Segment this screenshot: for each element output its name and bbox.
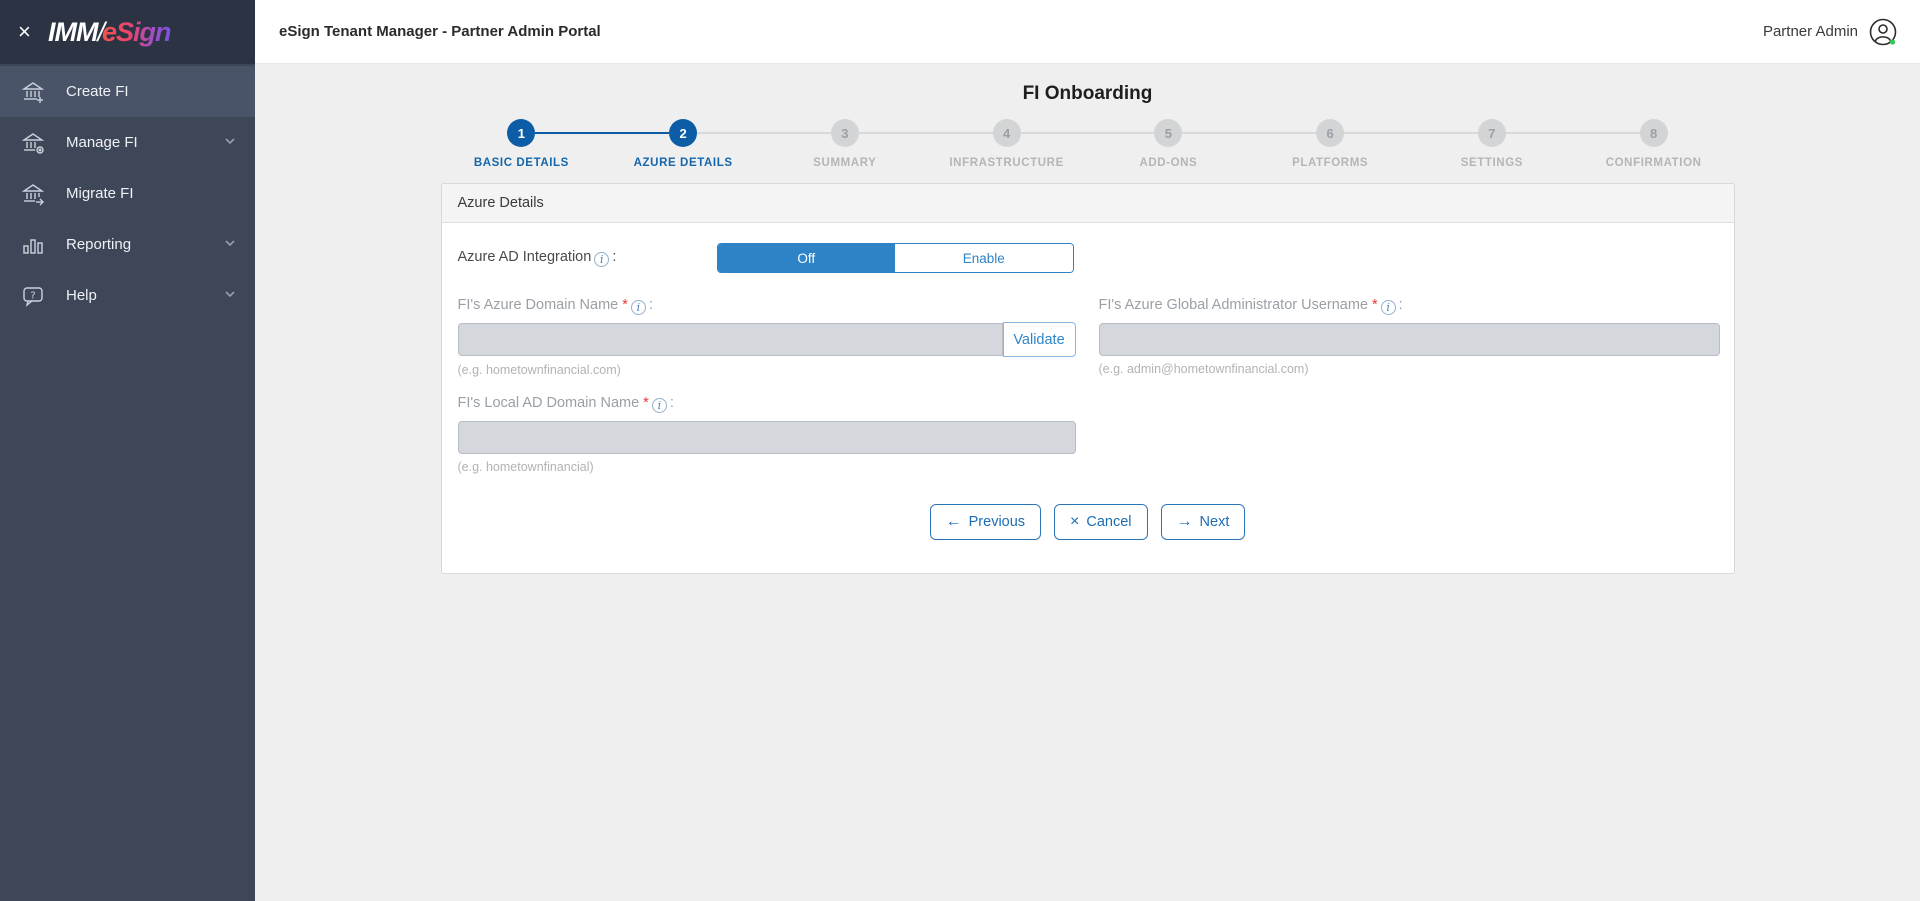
sidebar-item-label: Manage FI [66, 134, 138, 151]
step-platforms[interactable]: 6 PLATFORMS [1249, 119, 1411, 169]
step-circle: 8 [1639, 119, 1668, 147]
step-label: SUMMARY [813, 157, 877, 169]
step-label: ADD-ONS [1139, 157, 1198, 169]
close-icon: × [1070, 513, 1080, 530]
step-circle: 6 [1316, 119, 1345, 147]
content-area: FI Onboarding 1 BASIC DETAILS 2 AZURE DE… [255, 64, 1920, 901]
azure-domain-name-input[interactable] [457, 323, 1003, 356]
step-circle: 1 [507, 119, 536, 147]
page-title: FI Onboarding [1022, 83, 1153, 104]
sidebar-item-label: Migrate FI [66, 185, 134, 202]
app-title: eSign Tenant Manager - Partner Admin Por… [279, 23, 601, 40]
local-ad-domain-hint: (e.g. hometownfinancial) [457, 460, 594, 474]
info-icon[interactable]: i [1380, 300, 1396, 315]
sidebar-item-help[interactable]: ? Help [0, 270, 255, 321]
onboarding-stepper: 1 BASIC DETAILS 2 AZURE DETAILS 3 SUMMAR… [441, 119, 1735, 169]
sidebar-item-manage-fi[interactable]: Manage FI [0, 117, 255, 168]
azure-global-admin-input[interactable] [1098, 323, 1720, 356]
azure-domain-name-field: FI's Azure Domain Name * i: Validate (e.g.… [457, 297, 1076, 377]
step-summary[interactable]: 3 SUMMARY [764, 119, 926, 169]
right-arrow-icon: → [1176, 513, 1193, 530]
info-icon[interactable]: i [594, 252, 610, 267]
step-label: SETTINGS [1460, 157, 1524, 169]
azure-global-admin-field: FI's Azure Global Administrator Username… [1098, 297, 1720, 377]
azure-domain-name-label: FI's Azure Domain Name * i: [457, 297, 653, 315]
local-ad-domain-field: FI's Local AD Domain Name * i: (e.g. homet… [457, 395, 1076, 474]
bank-plus-icon [20, 79, 46, 105]
toggle-off-button[interactable]: Off [717, 244, 895, 272]
chevron-down-icon [223, 287, 237, 305]
next-button[interactable]: → Next [1160, 504, 1246, 540]
azure-ad-integration-toggle: Off Enable [716, 243, 1074, 273]
sidebar-item-migrate-fi[interactable]: Migrate FI [0, 168, 255, 219]
chevron-down-icon [223, 134, 237, 152]
local-ad-domain-input[interactable] [457, 421, 1076, 454]
step-label: BASIC DETAILS [473, 157, 569, 169]
sidebar-nav: Create FI Manage FI Migrate FI Reporting… [0, 66, 255, 321]
sidebar-close-icon[interactable]: × [18, 19, 48, 45]
help-bubble-icon: ? [20, 283, 46, 309]
step-add-ons[interactable]: 5 ADD-ONS [1087, 119, 1250, 169]
user-avatar-icon[interactable] [1868, 17, 1898, 47]
azure-details-panel: Azure Details Azure AD Integration i: Off… [440, 183, 1735, 574]
step-label: PLATFORMS [1292, 157, 1369, 169]
previous-button[interactable]: ← Previous [929, 504, 1042, 540]
step-label: CONFIRMATION [1605, 157, 1702, 169]
left-arrow-icon: ← [945, 513, 962, 530]
chevron-down-icon [223, 236, 237, 254]
info-icon[interactable]: i [651, 398, 667, 413]
azure-ad-integration-label: Azure AD Integration i: [457, 249, 617, 267]
step-settings[interactable]: 7 SETTINGS [1411, 119, 1573, 169]
step-circle: 5 [1154, 119, 1183, 147]
brand-logo: IMM/eSign [48, 16, 172, 48]
bar-chart-icon [20, 232, 46, 258]
user-name: Partner Admin [1762, 23, 1858, 40]
wizard-actions: ← Previous × Cancel → Next [458, 504, 1718, 540]
step-circle: 2 [669, 119, 698, 147]
step-confirmation[interactable]: 8 CONFIRMATION [1572, 119, 1735, 169]
azure-domain-name-hint: (e.g. hometownfinancial.com) [457, 363, 621, 377]
cancel-button[interactable]: × Cancel [1054, 504, 1148, 540]
sidebar-item-label: Create FI [66, 83, 129, 100]
topbar: eSign Tenant Manager - Partner Admin Por… [255, 0, 1920, 64]
bank-arrow-icon [20, 181, 46, 207]
sidebar: × IMM/eSign Create FI Manage FI Migrate … [0, 0, 255, 901]
step-azure-details[interactable]: 2 AZURE DETAILS [602, 119, 764, 169]
brand-esign: eSign [102, 16, 172, 47]
local-ad-domain-label: FI's Local AD Domain Name * i: [457, 395, 674, 413]
azure-ad-integration-row: Azure AD Integration i: Off Enable [458, 243, 1718, 273]
svg-text:?: ? [30, 290, 35, 301]
user-menu[interactable]: Partner Admin [1763, 17, 1898, 47]
step-circle: 4 [992, 119, 1021, 147]
step-basic-details[interactable]: 1 BASIC DETAILS [441, 119, 603, 169]
step-infrastructure[interactable]: 4 INFRASTRUCTURE [925, 119, 1088, 169]
azure-global-admin-hint: (e.g. admin@hometownfinancial.com) [1098, 362, 1309, 376]
step-circle: 7 [1477, 119, 1506, 147]
sidebar-item-label: Reporting [66, 236, 132, 253]
logo-bar: × IMM/eSign [0, 0, 255, 64]
info-icon[interactable]: i [630, 300, 646, 315]
panel-title: Azure Details [441, 184, 1734, 223]
validate-button[interactable]: Validate [1002, 322, 1076, 357]
bank-gear-icon [20, 130, 46, 156]
step-circle: 3 [830, 119, 859, 147]
step-label: INFRASTRUCTURE [949, 157, 1064, 169]
sidebar-item-reporting[interactable]: Reporting [0, 219, 255, 270]
sidebar-item-label: Help [66, 287, 97, 304]
sidebar-item-create-fi[interactable]: Create FI [0, 66, 255, 117]
step-label: AZURE DETAILS [633, 157, 733, 169]
toggle-enable-button[interactable]: Enable [895, 244, 1073, 272]
brand-imm: IMM [48, 16, 98, 47]
azure-global-admin-label: FI's Azure Global Administrator Username… [1098, 297, 1403, 315]
